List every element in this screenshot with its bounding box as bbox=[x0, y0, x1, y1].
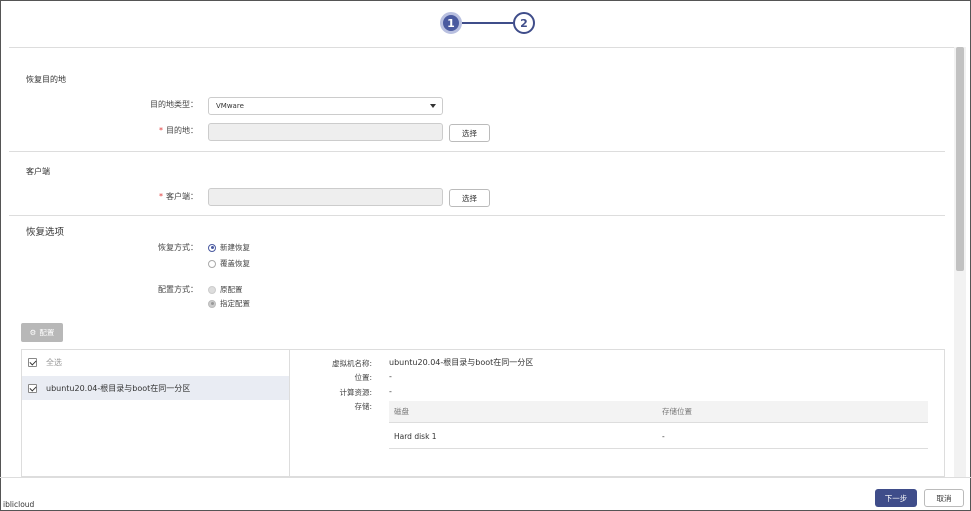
step-1-indicator[interactable]: 1 bbox=[440, 12, 462, 34]
radio-specified-config[interactable]: 指定配置 bbox=[208, 298, 250, 309]
radio-original-config[interactable]: 原配置 bbox=[208, 284, 243, 295]
client-section-title: 客户端 bbox=[26, 167, 50, 176]
scrollbar-thumb[interactable] bbox=[956, 47, 964, 271]
restore-mode-label: 恢复方式： bbox=[158, 243, 198, 252]
radio-unchecked-icon[interactable] bbox=[208, 259, 216, 268]
list-item[interactable]: ubuntu20.04-根目录与boot在同一分区 bbox=[22, 376, 289, 400]
vm-name-label: 虚拟机名称: bbox=[331, 359, 372, 368]
client-label: * 客户端： bbox=[159, 192, 198, 201]
vertical-scrollbar[interactable] bbox=[954, 47, 966, 477]
storage-label: 存储: bbox=[354, 402, 372, 411]
compute-value: - bbox=[389, 387, 392, 396]
options-section-title: 恢复选项 bbox=[26, 227, 65, 238]
table-row: Hard disk 1 - bbox=[389, 425, 928, 449]
storage-table-header: 磁盘 存储位置 bbox=[389, 401, 928, 423]
storage-table: 磁盘 存储位置 Hard disk 1 - bbox=[389, 401, 928, 449]
disk-cell: Hard disk 1 bbox=[394, 432, 437, 441]
column-header-location: 存储位置 bbox=[662, 407, 692, 416]
storage-location-cell: - bbox=[662, 432, 665, 441]
location-label: 位置: bbox=[354, 373, 372, 382]
step-2-indicator[interactable]: 2 bbox=[513, 12, 535, 34]
location-value: - bbox=[389, 372, 392, 381]
step-connector bbox=[462, 22, 513, 24]
next-button[interactable]: 下一步 bbox=[875, 489, 917, 507]
client-input[interactable] bbox=[208, 188, 443, 206]
destination-target-input[interactable] bbox=[208, 123, 443, 141]
footer-divider bbox=[0, 477, 971, 478]
checkbox-checked-icon[interactable] bbox=[28, 357, 37, 367]
radio-overwrite-restore[interactable]: 覆盖恢复 bbox=[208, 258, 250, 269]
destination-type-value: VMware bbox=[216, 102, 244, 110]
destination-type-label: 目的地类型： bbox=[150, 100, 198, 109]
radio-disabled-icon[interactable] bbox=[208, 285, 216, 294]
wizard-stepper: 1 2 bbox=[0, 10, 971, 36]
radio-new-restore[interactable]: 新建恢复 bbox=[208, 242, 250, 253]
column-header-disk: 磁盘 bbox=[394, 407, 409, 416]
vm-name-value: ubuntu20.04-根目录与boot在同一分区 bbox=[389, 358, 534, 367]
gear-icon: ⚙ bbox=[29, 328, 37, 337]
select-all-row[interactable]: 全选 bbox=[22, 350, 289, 374]
caret-down-icon bbox=[430, 104, 436, 108]
config-mode-label: 配置方式： bbox=[158, 285, 198, 294]
section-divider bbox=[9, 151, 945, 152]
source-tag: iblicloud bbox=[1, 500, 37, 509]
compute-label: 计算资源: bbox=[339, 388, 372, 397]
checkbox-checked-icon[interactable] bbox=[28, 383, 37, 393]
client-select-button[interactable]: 选择 bbox=[449, 189, 490, 207]
radio-disabled-checked-icon[interactable] bbox=[208, 299, 216, 308]
destination-type-select[interactable]: VMware bbox=[208, 97, 443, 115]
required-mark: * bbox=[159, 126, 163, 135]
radio-checked-icon[interactable] bbox=[208, 243, 216, 252]
destination-target-label: * 目的地： bbox=[159, 126, 198, 135]
config-button[interactable]: ⚙ 配置 bbox=[21, 323, 63, 342]
cancel-button[interactable]: 取消 bbox=[924, 489, 964, 507]
header-divider bbox=[9, 47, 954, 48]
vm-list: 全选 ubuntu20.04-根目录与boot在同一分区 bbox=[22, 350, 290, 477]
destination-section-title: 恢复目的地 bbox=[26, 75, 66, 84]
destination-select-button[interactable]: 选择 bbox=[449, 124, 490, 142]
required-mark: * bbox=[159, 192, 163, 201]
section-divider bbox=[9, 215, 945, 216]
